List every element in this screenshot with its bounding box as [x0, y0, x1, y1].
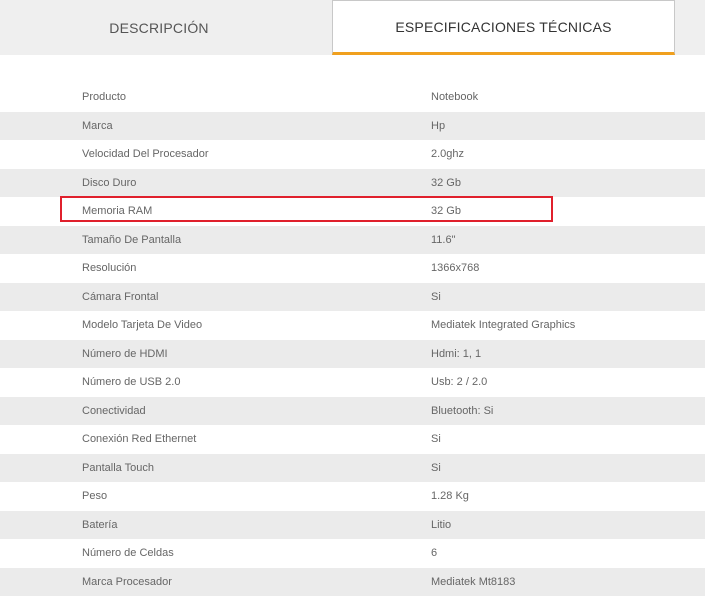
- tab-technical-specs[interactable]: ESPECIFICACIONES TÉCNICAS: [332, 0, 675, 55]
- spec-label: Tamaño De Pantalla: [82, 233, 182, 246]
- spec-value: Mediatek Mt8183: [431, 575, 516, 588]
- spec-label: Producto: [82, 91, 127, 103]
- spec-value: 32 Gb: [431, 205, 461, 217]
- spec-value: 11.6": [431, 233, 456, 246]
- spec-value: Bluetooth: Si: [431, 404, 494, 417]
- spec-label: Pantalla Touch: [82, 461, 154, 474]
- spec-label: Disco Duro: [82, 176, 137, 189]
- spec-label: Batería: [82, 518, 118, 531]
- spec-row: Conectividad Bluetooth: Si: [0, 396, 705, 425]
- spec-label: Peso: [82, 490, 108, 502]
- spec-value: Notebook: [431, 91, 479, 103]
- spec-value: Si: [431, 290, 441, 303]
- spec-label: Resolución: [82, 262, 137, 274]
- spec-row: Número de HDMI Hdmi: 1, 1: [0, 339, 705, 368]
- spec-value: 1366x768: [431, 262, 480, 274]
- spec-row: Tamaño De Pantalla 11.6": [0, 225, 705, 254]
- spec-label: Marca Procesador: [82, 575, 172, 588]
- product-specs-page: DESCRIPCIÓN ESPECIFICACIONES TÉCNICAS Pr…: [0, 0, 705, 600]
- spec-label: Marca: [82, 119, 113, 132]
- spec-row: Marca Hp: [0, 111, 705, 140]
- spec-label: Memoria RAM: [82, 205, 153, 217]
- spec-label: Cámara Frontal: [82, 290, 159, 303]
- spec-row: Número de Celdas 6: [0, 539, 705, 568]
- spec-label: Conectividad: [82, 404, 146, 417]
- spec-row: Memoria RAM 32 Gb: [0, 197, 705, 226]
- spec-row: Marca Procesador Mediatek Mt8183: [0, 567, 705, 596]
- spec-label: Modelo Tarjeta De Video: [82, 319, 203, 331]
- spec-row: Disco Duro 32 Gb: [0, 168, 705, 197]
- spec-label: Número de HDMI: [82, 347, 168, 360]
- spec-row: Producto Notebook: [0, 83, 705, 112]
- spec-value: Usb: 2 / 2.0: [431, 376, 488, 388]
- spec-value: Si: [431, 461, 441, 474]
- spec-value: Mediatek Integrated Graphics: [431, 319, 576, 331]
- spec-row: Cámara Frontal Si: [0, 282, 705, 311]
- spec-row: Conexión Red Ethernet Si: [0, 425, 705, 454]
- spec-label: Número de Celdas: [82, 547, 174, 559]
- spec-row: Modelo Tarjeta De Video Mediatek Integra…: [0, 311, 705, 340]
- spec-value: 32 Gb: [431, 176, 461, 189]
- spec-value: Litio: [431, 518, 452, 531]
- spec-value: 1.28 Kg: [431, 490, 469, 502]
- spec-row: Número de USB 2.0 Usb: 2 / 2.0: [0, 368, 705, 397]
- specs-table: Producto Notebook Marca Hp Velocidad Del…: [0, 83, 705, 596]
- spec-value: Si: [431, 433, 441, 445]
- spec-row: Velocidad Del Procesador 2.0ghz: [0, 140, 705, 169]
- spec-label: Conexión Red Ethernet: [82, 433, 197, 445]
- spec-row: Pantalla Touch Si: [0, 453, 705, 482]
- spec-row: Batería Litio: [0, 510, 705, 539]
- tab-description[interactable]: DESCRIPCIÓN: [0, 0, 318, 55]
- spec-label: Velocidad Del Procesador: [82, 148, 209, 160]
- spec-value: 2.0ghz: [431, 148, 465, 160]
- spec-value: 6: [431, 547, 438, 559]
- spec-label: Número de USB 2.0: [82, 376, 181, 388]
- spec-row: Peso 1.28 Kg: [0, 482, 705, 511]
- tab-bar: DESCRIPCIÓN ESPECIFICACIONES TÉCNICAS: [0, 0, 705, 55]
- spec-row: Resolución 1366x768: [0, 254, 705, 283]
- spec-value: Hp: [431, 119, 446, 132]
- spec-value: Hdmi: 1, 1: [431, 347, 482, 360]
